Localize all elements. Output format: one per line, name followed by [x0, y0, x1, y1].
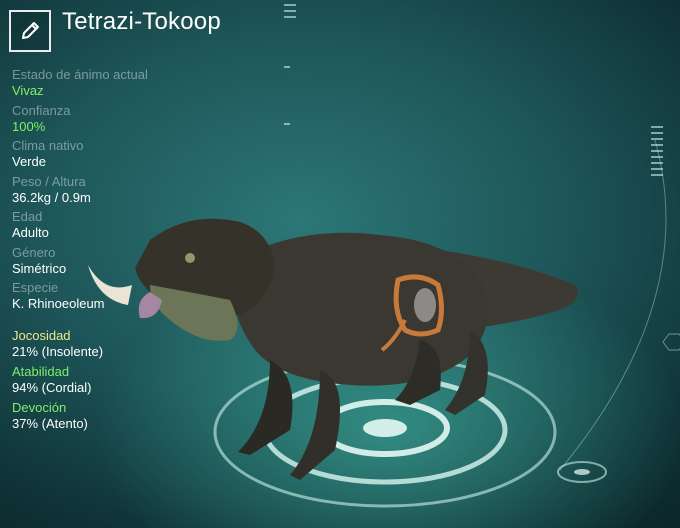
stat-weight-height: Peso / Altura 36.2kg / 0.9m [12, 174, 212, 206]
pencil-icon [22, 22, 39, 39]
stat-value: 100% [12, 118, 46, 134]
stat-mood: Estado de ánimo actual Vivaz [12, 67, 212, 99]
stat-value: Vivaz [12, 83, 44, 98]
stat-age: Edad Adulto [12, 209, 212, 241]
traits-panel: Jocosidad 21% (Insolente) Atabilidad 94%… [12, 328, 212, 436]
stat-climate: Clima nativo Verde [12, 138, 212, 170]
stats-panel: Estado de ánimo actual Vivaz Confianza 1… [12, 67, 212, 316]
stat-value: 36.2kg / 0.9m [12, 189, 91, 205]
stat-label: Peso / Altura [12, 173, 86, 189]
stat-label: Edad [12, 209, 43, 224]
stat-label: Confianza [12, 102, 71, 118]
stat-label: Género [12, 244, 56, 260]
stat-gender: Género Simétrico [12, 245, 212, 277]
trait-value: 94% (Cordial) [12, 380, 92, 395]
stat-label: Especie [12, 280, 59, 295]
edit-name-button[interactable] [9, 10, 51, 52]
trait-label: Jocosidad [12, 328, 71, 343]
trait-friendliness: Atabilidad 94% (Cordial) [12, 364, 212, 396]
trait-value: 37% (Atento) [12, 416, 88, 431]
stat-trust: Confianza 100% [12, 103, 212, 135]
stat-label: Clima nativo [12, 138, 84, 153]
stat-species: Especie K. Rhinoeoleum [12, 280, 212, 312]
trait-label: Atabilidad [12, 364, 70, 379]
creature-viewer: Tetrazi-Tokoop Estado de ánimo actual Vi… [0, 0, 680, 528]
stat-value: Adulto [12, 225, 49, 240]
trait-playfulness: Jocosidad 21% (Insolente) [12, 328, 212, 360]
trait-value: 21% (Insolente) [12, 344, 104, 359]
stat-value: Verde [12, 154, 46, 169]
stat-value: K. Rhinoeoleum [12, 296, 105, 311]
creature-name: Tetrazi-Tokoop [62, 8, 221, 35]
stat-value: Simétrico [12, 260, 67, 276]
trait-label: Devoción [12, 400, 67, 415]
stat-label: Estado de ánimo actual [12, 67, 148, 82]
trait-devotion: Devoción 37% (Atento) [12, 400, 212, 432]
